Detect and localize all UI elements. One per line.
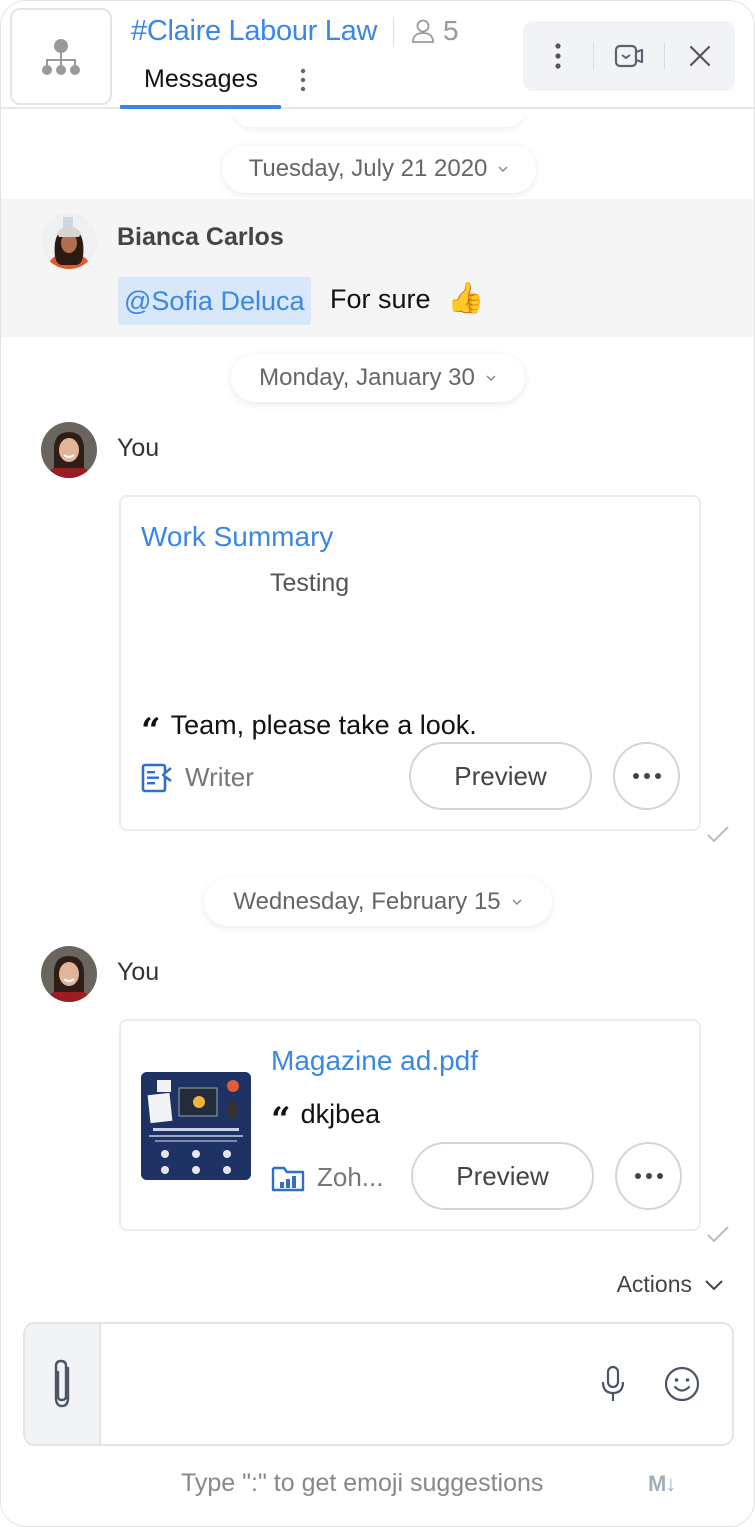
channel-avatar[interactable] (10, 8, 112, 105)
date-label: Wednesday, February 15 (233, 888, 501, 915)
date-label: Tuesday, July 21 2020 (248, 155, 488, 182)
app-source: Writer (141, 762, 254, 793)
title-divider (393, 17, 394, 47)
message-input[interactable] (103, 1324, 583, 1444)
quote-icon: “ (141, 711, 161, 751)
member-count[interactable]: 5 (411, 15, 459, 47)
card-subtitle: Testing (270, 569, 350, 597)
video-call-button[interactable] (594, 21, 664, 91)
sent-check-icon (707, 1226, 729, 1243)
user-photo-you (41, 946, 97, 1002)
quote-text: dkjbea (300, 1098, 381, 1129)
mention-chip[interactable]: @Sofia Deluca (118, 277, 311, 325)
user-icon (412, 19, 434, 43)
voice-message-button[interactable] (595, 1364, 631, 1404)
sender-name[interactable]: You (117, 434, 159, 463)
date-separator[interactable]: Monday, January 30 (231, 354, 525, 402)
vertical-dots-icon (300, 68, 306, 92)
member-count-value: 5 (443, 15, 459, 46)
attachment-card[interactable]: Work Summary Testing “ Team, please take… (119, 495, 701, 831)
actions-dropdown[interactable]: Actions (617, 1271, 724, 1298)
date-label: Monday, January 30 (259, 364, 475, 391)
card-quote: “ Team, please take a look. (141, 702, 477, 751)
actions-label: Actions (616, 1271, 692, 1297)
date-separator[interactable]: Wednesday, February 15 (204, 878, 552, 926)
app-source: Zoh... (271, 1162, 383, 1193)
vertical-dots-icon (555, 43, 561, 69)
org-chart-icon (42, 38, 80, 75)
date-separator-scrolled (233, 109, 525, 127)
workdrive-folder-icon (271, 1166, 305, 1191)
card-quote: “ dkjbea (271, 1091, 381, 1140)
paperclip-icon (54, 1359, 70, 1408)
sender-name[interactable]: You (117, 958, 159, 987)
sent-check-icon (707, 826, 729, 843)
tab-messages[interactable]: Messages (121, 61, 281, 109)
close-button[interactable] (665, 21, 735, 91)
magazine-ad-thumbnail (141, 1072, 251, 1180)
date-separator[interactable]: Tuesday, July 21 2020 (222, 145, 536, 193)
horizontal-dots-icon (634, 1173, 663, 1179)
quote-icon: “ (271, 1100, 291, 1140)
message-composer (23, 1322, 734, 1446)
file-thumbnail[interactable] (141, 1072, 251, 1180)
emoji-button[interactable] (662, 1364, 702, 1404)
tab-menu-button[interactable] (292, 65, 314, 95)
preview-button[interactable]: Preview (411, 1142, 594, 1210)
chevron-down-icon (512, 899, 522, 906)
card-title-link[interactable]: Magazine ad.pdf (271, 1045, 478, 1077)
chevron-down-icon (705, 1279, 723, 1290)
sender-name[interactable]: Bianca Carlos (117, 223, 284, 252)
horizontal-dots-icon (632, 773, 661, 779)
user-photo-bianca (41, 213, 97, 269)
quote-text: Team, please take a look. (170, 709, 477, 740)
chevron-down-icon (486, 375, 496, 382)
avatar[interactable] (41, 946, 97, 1002)
card-more-button[interactable] (615, 1142, 682, 1210)
header-actions-toolbar (523, 21, 735, 91)
channel-title[interactable]: #Claire Labour Law (131, 15, 377, 48)
avatar[interactable] (41, 422, 97, 478)
card-title-link[interactable]: Work Summary (141, 521, 333, 553)
user-photo-you (41, 422, 97, 478)
markdown-icon[interactable]: M↓ (648, 1471, 676, 1497)
chevron-down-icon (498, 166, 508, 173)
writer-icon (141, 763, 172, 792)
video-call-icon (614, 44, 644, 68)
preview-button[interactable]: Preview (409, 742, 592, 810)
app-name: Writer (185, 762, 254, 792)
message-text: For sure (330, 284, 431, 314)
avatar[interactable] (41, 213, 97, 269)
attachment-card[interactable]: Magazine ad.pdf “ dkjbea Zoh... Preview (119, 1019, 701, 1231)
more-options-button[interactable] (523, 21, 593, 91)
app-name: Zoh... (317, 1162, 384, 1192)
smiley-icon (664, 1366, 700, 1402)
emoji-hint: Type ":" to get emoji suggestions (181, 1469, 544, 1497)
attach-button[interactable] (25, 1324, 101, 1444)
thumbs-up-emoji: 👍 (447, 282, 485, 315)
microphone-icon (601, 1365, 625, 1401)
chat-header: #Claire Labour Law 5 Messages (1, 1, 754, 109)
chat-window: #Claire Labour Law 5 Messages Tuesday, J… (0, 0, 755, 1527)
close-icon (689, 45, 711, 67)
message-highlight (1, 199, 754, 337)
card-more-button[interactable] (613, 742, 680, 810)
